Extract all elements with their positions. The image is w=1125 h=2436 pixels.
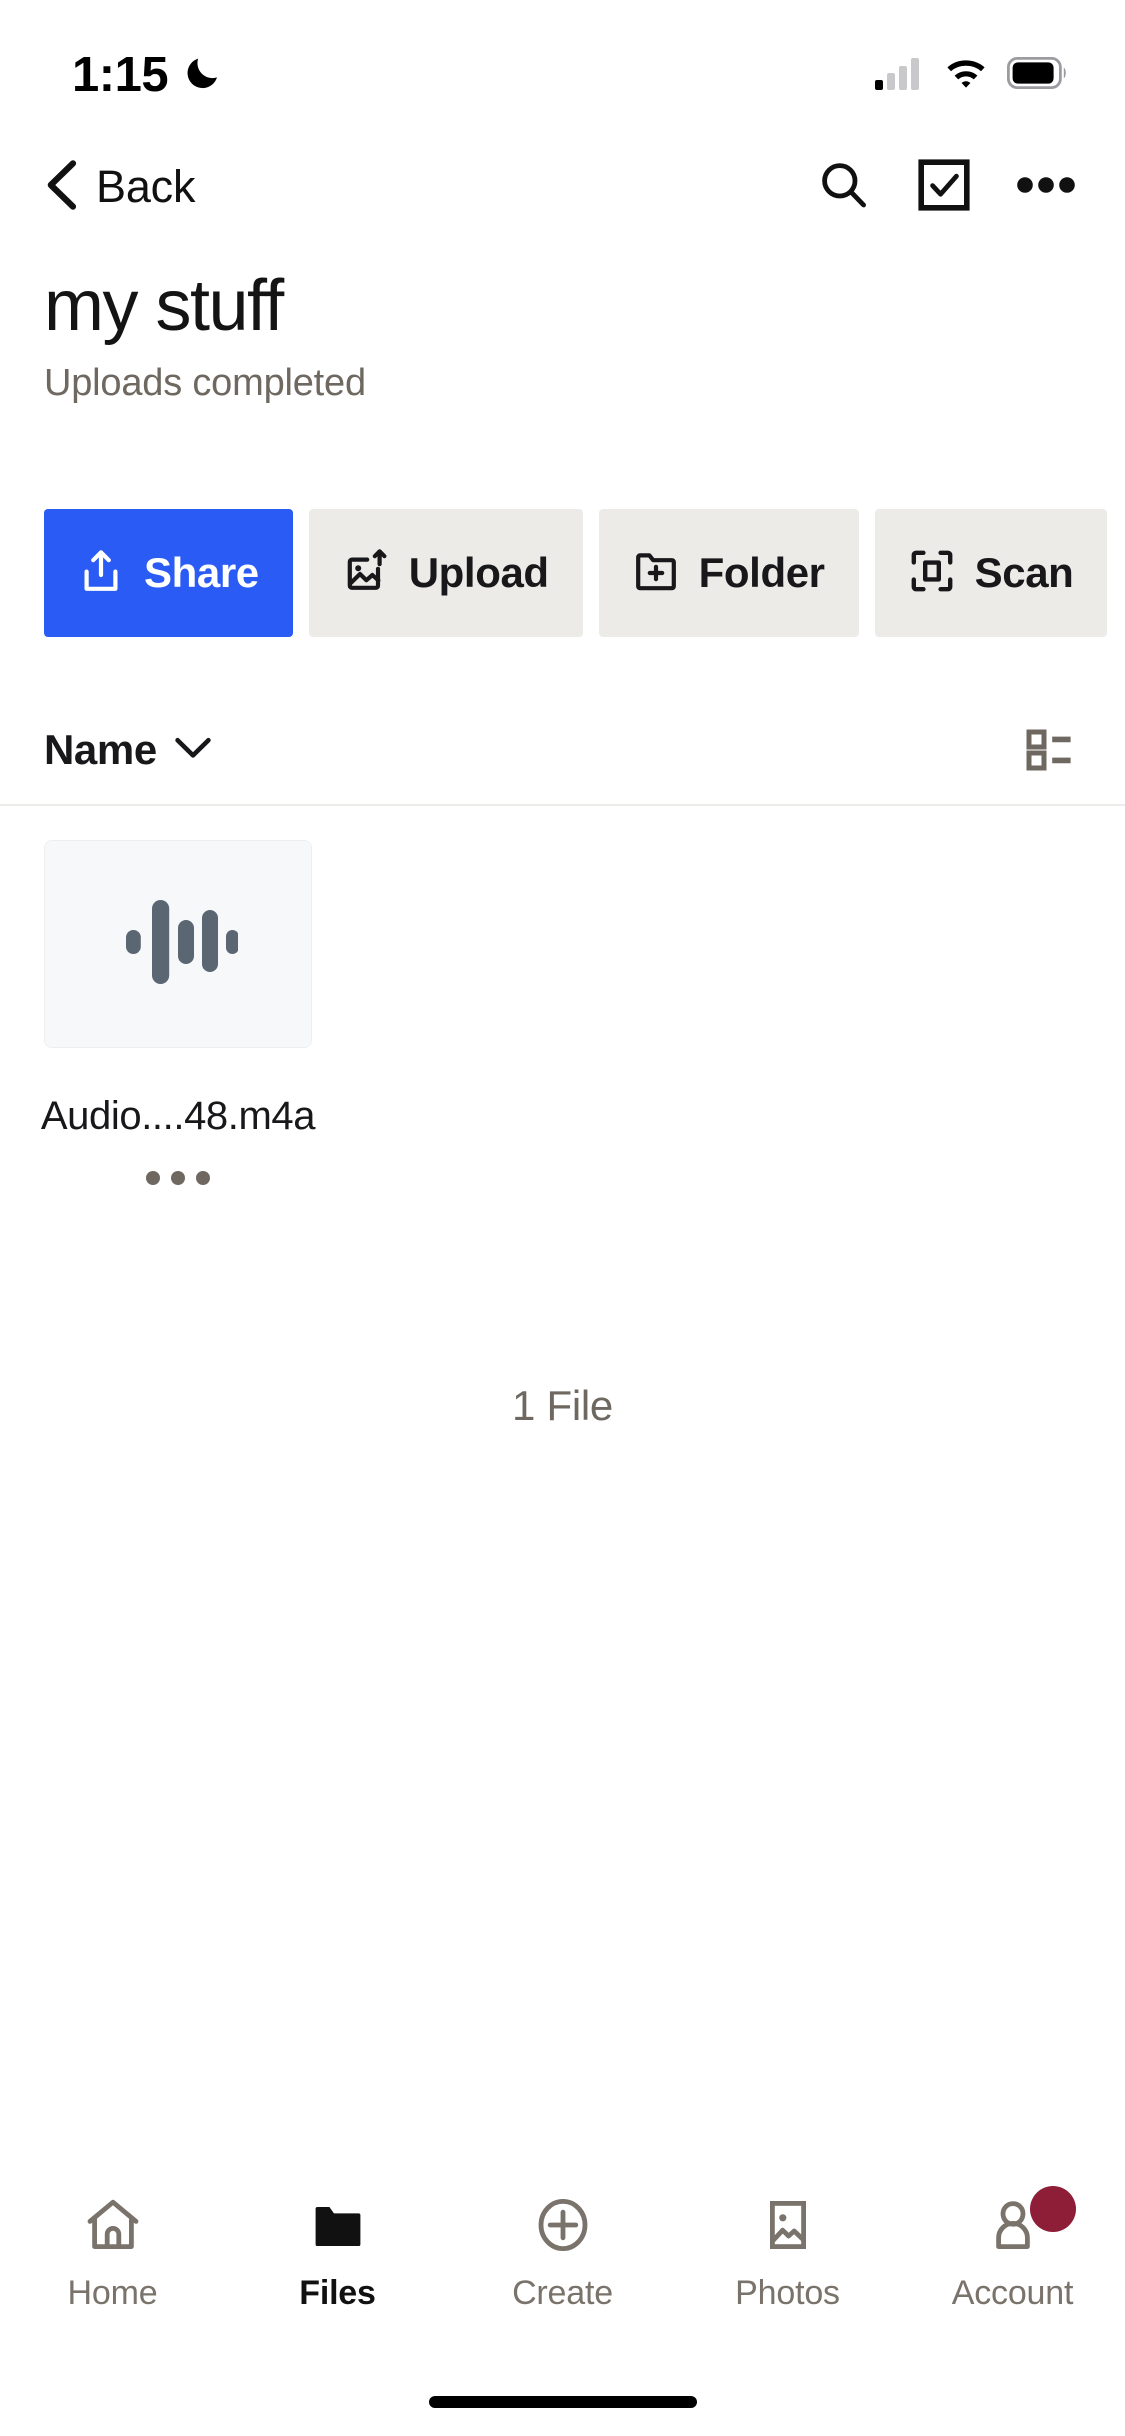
upload-button-label: Upload [408,549,549,596]
tab-create-label: Create [512,2274,613,2312]
photo-icon [755,2192,821,2258]
navigation-bar: Back [0,132,1125,242]
tab-photos[interactable]: Photos [675,2192,900,2313]
file-more-button[interactable] [128,1159,228,1197]
more-horizontal-icon [196,1171,210,1185]
person-icon [980,2186,1076,2258]
more-horizontal-icon [146,1171,160,1185]
battery-icon [1006,56,1069,94]
list-view-icon[interactable] [1023,721,1077,780]
file-card[interactable]: Audio....48.m4a [40,840,316,1197]
tab-account[interactable]: Account [900,2186,1125,2313]
file-grid: Audio....48.m4a [0,840,1125,1197]
crescent-moon-icon [182,52,224,99]
sort-label: Name [44,726,157,773]
page-header: my stuff Uploads completed [0,266,1125,405]
share-upload-icon [78,548,124,599]
more-horizontal-icon[interactable] [1017,174,1075,201]
tab-home[interactable]: Home [0,2192,225,2313]
account-notification-badge [1029,2186,1076,2232]
more-horizontal-icon [171,1171,185,1185]
scan-button-label: Scan [974,549,1074,596]
sort-selector[interactable]: Name [44,726,213,774]
chevron-down-icon [173,734,213,767]
page-subtitle: Uploads completed [44,361,366,404]
action-button-row: Share Upload Folder Scan [0,509,1125,637]
tab-files[interactable]: Files [225,2192,450,2313]
tab-files-label: Files [299,2274,376,2312]
tab-photos-label: Photos [735,2274,840,2312]
scan-frame-icon [909,548,955,599]
file-thumbnail[interactable] [44,840,312,1048]
cellular-signal-icon [875,56,925,95]
tab-home-label: Home [67,2274,158,2312]
search-icon[interactable] [815,157,871,218]
page-title: my stuff [44,266,284,346]
folder-button[interactable]: Folder [598,509,859,637]
audio-waveform-icon [118,890,239,999]
checkbox-select-icon[interactable] [918,158,970,216]
plus-circle-icon [530,2192,596,2258]
status-bar-right [875,56,1069,95]
home-icon [80,2192,146,2258]
file-count-label: 1 File [512,1382,613,1429]
navigation-actions [815,157,1075,218]
image-upload-icon [343,548,389,599]
folder-button-label: Folder [698,549,825,596]
back-button[interactable]: Back [42,159,195,216]
share-button[interactable]: Share [44,509,293,637]
file-name: Audio....48.m4a [40,1094,316,1138]
folder-plus-icon [633,548,679,599]
app-screen: 1:15 Back my stuff Uploads completed Sha… [0,0,1125,2436]
wifi-icon [942,56,990,95]
back-button-label: Back [96,161,196,212]
status-bar-time: 1:15 [72,48,169,102]
tab-account-label: Account [951,2274,1074,2312]
status-bar: 1:15 [0,0,1125,132]
chevron-left-icon [42,159,82,216]
folder-icon [305,2192,371,2258]
upload-button[interactable]: Upload [308,509,583,637]
home-indicator[interactable] [428,2396,697,2408]
sort-and-view-row: Name [0,696,1125,806]
bottom-tab-bar: Home Files Create Photos Account [0,2178,1125,2338]
scan-button[interactable]: Scan [874,509,1108,637]
status-bar-left: 1:15 [72,47,224,103]
tab-create[interactable]: Create [450,2192,675,2313]
share-button-label: Share [144,549,259,596]
